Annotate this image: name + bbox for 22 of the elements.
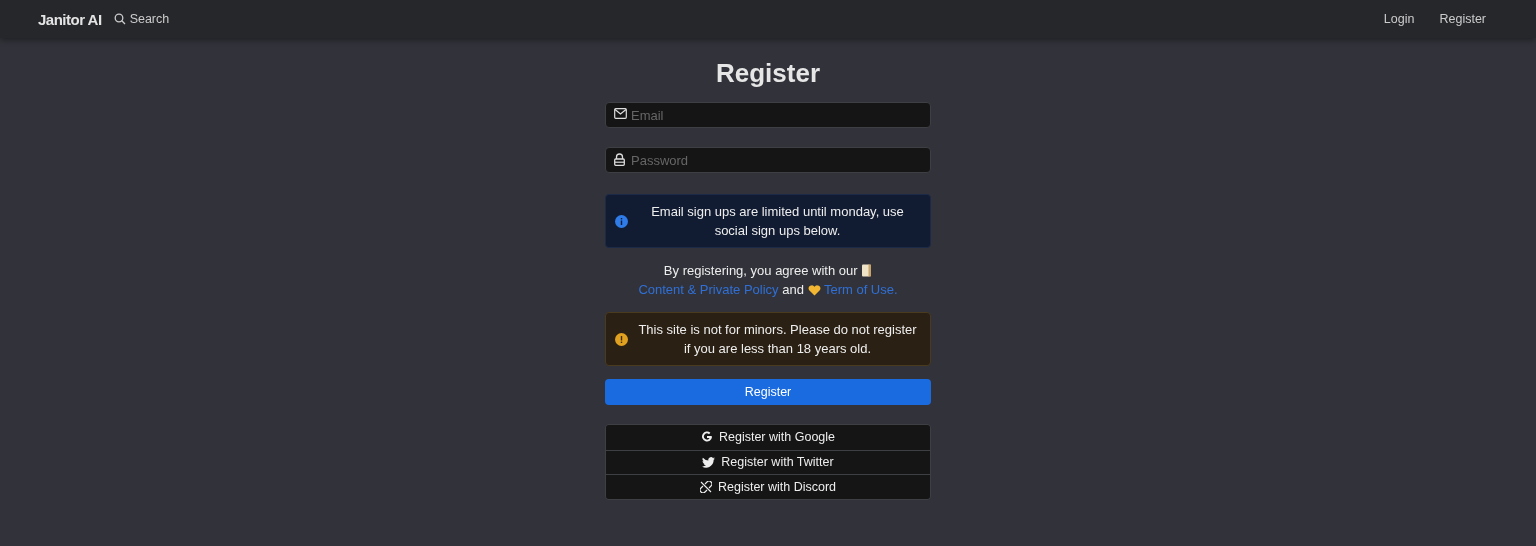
nav-link[interactable]: Login (1383, 12, 1415, 26)
social-login-button[interactable]: Register with Google (606, 425, 930, 450)
page-heading: Register (714, 58, 821, 89)
google-icon (701, 431, 713, 444)
social-login-button[interactable]: Register with Twitter (606, 449, 930, 474)
heart-icon (807, 285, 821, 296)
agreement-text: By registering, you agree with our Content & Private Policy and Term of Use. (637, 262, 899, 299)
brand-logo[interactable]: Janitor AI (38, 10, 102, 28)
alert-text: Email sign ups are limited until monday, use social sign ups below. (650, 203, 905, 240)
warning-icon (615, 332, 628, 346)
nav-link[interactable]: Register (1439, 12, 1486, 26)
search-icon (113, 13, 126, 25)
social-login-button[interactable]: Register with Discord (606, 474, 930, 499)
bird-icon (702, 456, 716, 468)
register-button[interactable]: Register (605, 379, 931, 405)
scroll-icon (861, 264, 873, 277)
search-link[interactable]: Search (113, 12, 170, 26)
input-field[interactable]: Email (605, 102, 931, 128)
link-icon (699, 480, 712, 493)
alert-text: This site is not for minors. Please do not register if you are less than 18 years old. (637, 321, 918, 358)
info-icon (615, 214, 628, 228)
input-field[interactable]: Password (605, 147, 931, 173)
